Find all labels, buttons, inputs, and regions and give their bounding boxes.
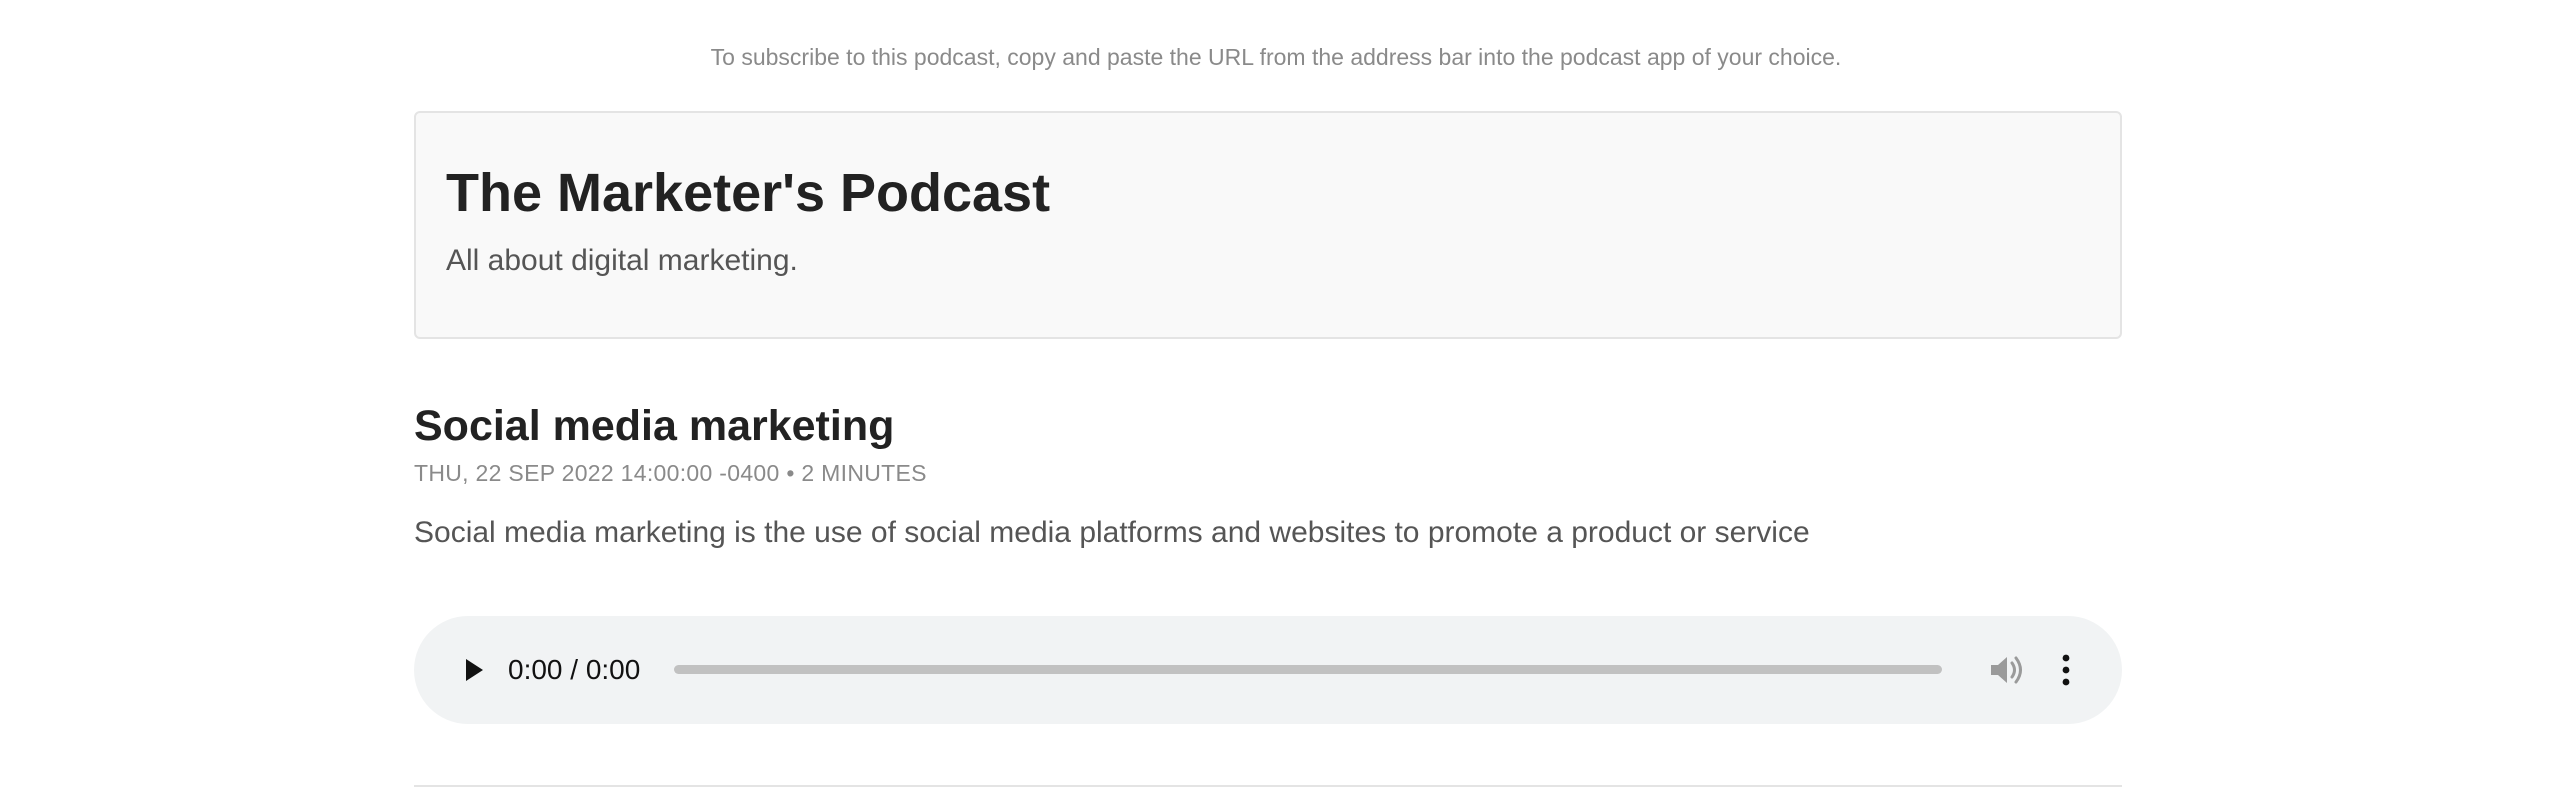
episode-divider xyxy=(414,785,2122,787)
time-display: 0:00 / 0:00 xyxy=(508,654,641,685)
progress-slider[interactable] xyxy=(674,665,1942,674)
podcast-header: The Marketer's Podcast All about digital… xyxy=(414,111,2122,339)
more-vertical-icon[interactable] xyxy=(2058,652,2074,688)
subscribe-note: To subscribe to this podcast, copy and p… xyxy=(710,44,1842,70)
episode-meta: THU, 22 SEP 2022 14:00:00 -0400 • 2 MINU… xyxy=(414,458,927,488)
podcast-title: The Marketer's Podcast xyxy=(446,163,1051,223)
podcast-description: All about digital marketing. xyxy=(446,244,798,277)
episode-date: THU, 22 SEP 2022 14:00:00 -0400 xyxy=(414,460,780,486)
meta-separator: • xyxy=(786,460,795,486)
volume-icon[interactable] xyxy=(1988,652,2026,688)
episode-title: Social media marketing xyxy=(414,402,895,450)
episode-description: Social media marketing is the use of soc… xyxy=(414,516,1810,549)
episode-duration: 2 MINUTES xyxy=(801,460,927,486)
play-icon[interactable] xyxy=(456,653,490,687)
audio-player: 0:00 / 0:00 xyxy=(414,616,2122,724)
